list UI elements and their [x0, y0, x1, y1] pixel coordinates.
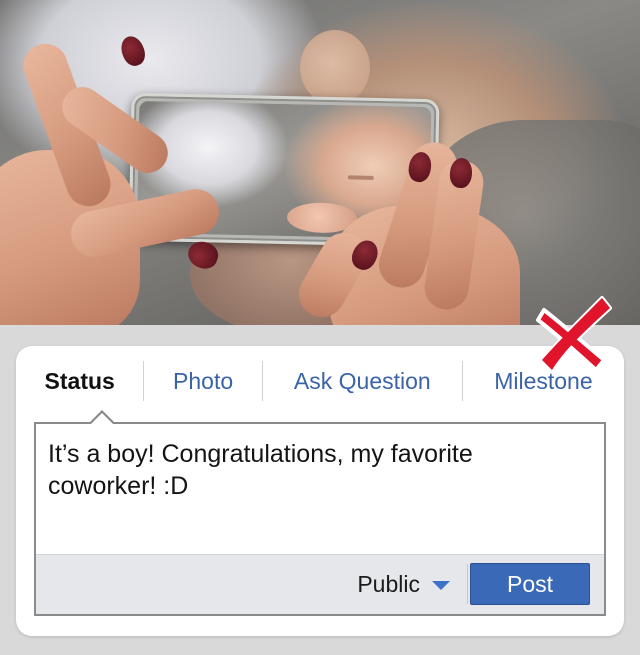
footer-divider: [467, 564, 468, 604]
tab-photo[interactable]: Photo: [144, 358, 261, 404]
post-button[interactable]: Post: [470, 563, 590, 605]
tab-ask-question[interactable]: Ask Question: [263, 358, 462, 404]
active-tab-pointer-fill: [90, 413, 114, 425]
chevron-down-icon: [432, 580, 450, 590]
hands-holding-phone-photo: [0, 0, 640, 325]
status-composer-card: Status Photo Ask Question Milestone It’s…: [16, 346, 624, 636]
composer-footer: Public Post: [36, 554, 604, 614]
baby-eye: [347, 175, 374, 180]
status-composer: It’s a boy! Congratulations, my favorite…: [34, 410, 606, 616]
fingernail: [117, 33, 149, 69]
red-x-icon: [536, 296, 612, 372]
status-text-input[interactable]: It’s a boy! Congratulations, my favorite…: [48, 438, 588, 502]
tab-status[interactable]: Status: [16, 358, 143, 404]
privacy-label: Public: [357, 570, 420, 597]
baby-ear-background: [300, 30, 370, 105]
privacy-dropdown[interactable]: Public: [357, 555, 450, 613]
